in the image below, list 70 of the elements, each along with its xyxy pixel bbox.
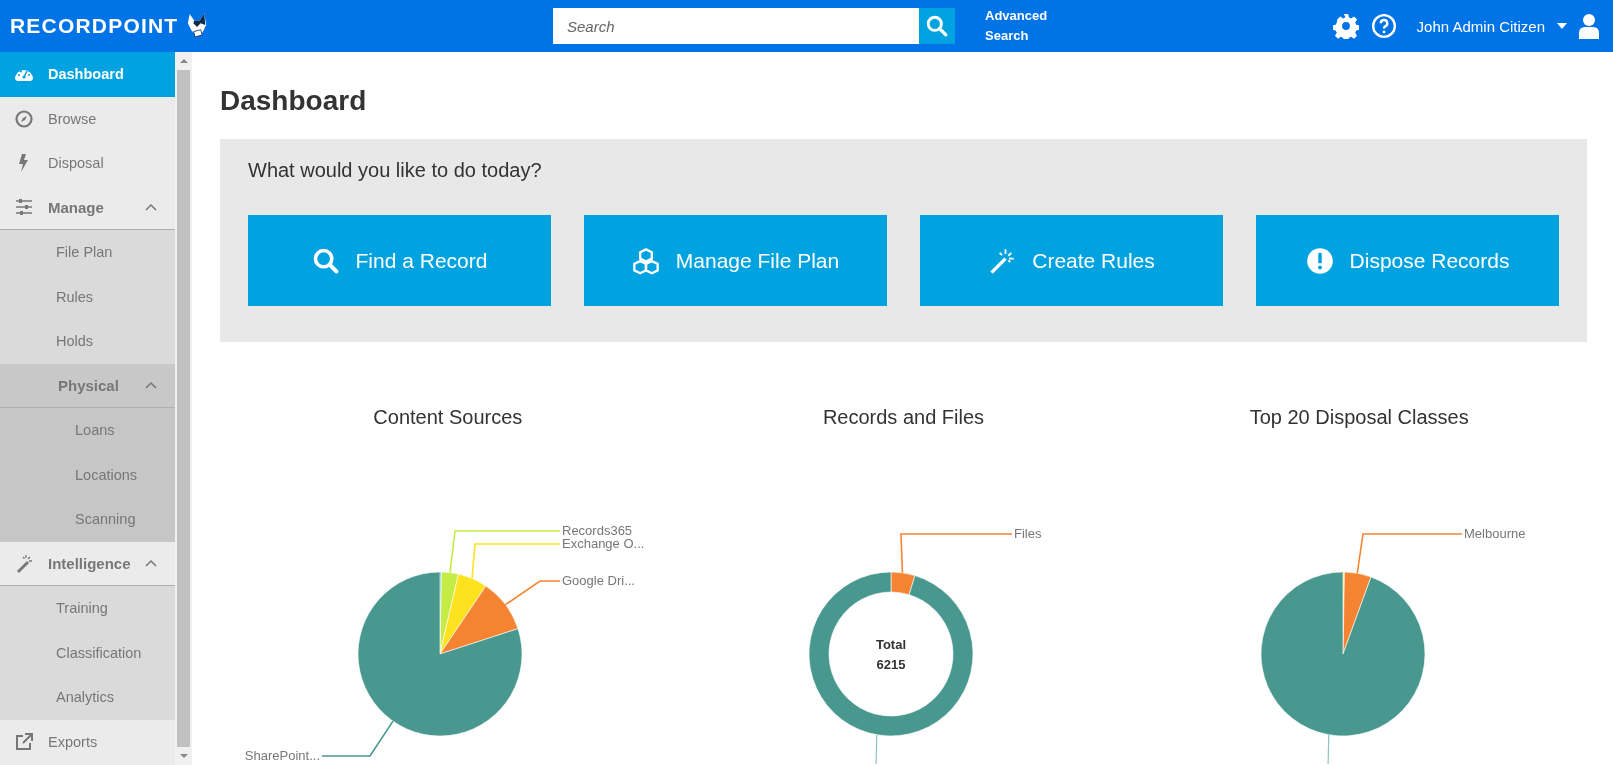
slice-label: Files bbox=[1013, 526, 1042, 541]
slice-label: Melbourne bbox=[1464, 526, 1526, 541]
user-avatar-icon[interactable] bbox=[1579, 13, 1599, 39]
chart-title: Content Sources bbox=[373, 406, 523, 429]
nav-label: Loans bbox=[75, 422, 115, 439]
sidebar-item[interactable]: Analytics bbox=[0, 675, 175, 720]
scroll-up-icon[interactable] bbox=[179, 59, 188, 63]
nav-label: Classification bbox=[56, 644, 142, 661]
slice-label: Records365 bbox=[562, 523, 633, 538]
nav-label: Intelligence bbox=[48, 554, 131, 572]
action-button[interactable]: Dispose Records bbox=[1256, 215, 1559, 306]
chevron-up-icon bbox=[145, 203, 157, 212]
nav-label: Training bbox=[56, 600, 108, 617]
leader-line bbox=[1327, 734, 1330, 764]
sidebar-item[interactable]: Loans bbox=[0, 408, 175, 453]
sidebar-item[interactable]: File Plan bbox=[0, 230, 175, 275]
advanced-search-link[interactable]: Advanced Search bbox=[985, 6, 1065, 46]
slice-label: SharePoint... bbox=[244, 748, 320, 763]
nav-label: Analytics bbox=[56, 689, 115, 706]
settings-icon[interactable] bbox=[1332, 13, 1359, 39]
nav-label: File Plan bbox=[56, 244, 113, 261]
nav-label: Rules bbox=[56, 288, 94, 305]
total-value: 6215 bbox=[876, 657, 906, 672]
sidebar-item[interactable]: Dashboard bbox=[0, 52, 175, 97]
sidebar-item[interactable]: Training bbox=[0, 586, 175, 631]
slice-label: Google Dri... bbox=[562, 573, 635, 588]
search-button[interactable] bbox=[919, 8, 955, 44]
sidebar-item[interactable]: Physical bbox=[0, 363, 175, 408]
leader-line bbox=[875, 734, 877, 764]
fox-logo-icon[interactable] bbox=[186, 12, 209, 40]
action-button[interactable]: Manage File Plan bbox=[584, 215, 887, 306]
external-link-icon bbox=[14, 731, 34, 752]
nav-label: Browse bbox=[48, 110, 97, 127]
exclamation-icon bbox=[1305, 246, 1334, 275]
nav-label: Manage bbox=[48, 198, 104, 216]
sidebar-item[interactable]: Rules bbox=[0, 274, 175, 319]
scroll-down-icon[interactable] bbox=[179, 754, 188, 758]
logo-text[interactable]: RECORDPOINT bbox=[10, 14, 179, 38]
caret-icon[interactable] bbox=[1557, 23, 1567, 29]
chevron-up-icon bbox=[145, 381, 157, 390]
search-icon bbox=[311, 246, 340, 275]
sidebar-item[interactable]: Scanning bbox=[0, 497, 175, 542]
scrollbar-thumb[interactable] bbox=[177, 70, 190, 747]
nav-label: Locations bbox=[75, 466, 138, 483]
sidebar-item[interactable]: Holds bbox=[0, 319, 175, 364]
action-button[interactable]: Find a Record bbox=[248, 215, 551, 306]
search-field[interactable]: Search bbox=[553, 8, 919, 44]
action-button[interactable]: Create Rules bbox=[920, 215, 1223, 306]
help-icon[interactable] bbox=[1370, 13, 1397, 39]
sidebar-item[interactable]: Locations bbox=[0, 452, 175, 497]
total-label: Total bbox=[875, 637, 906, 652]
chevron-up-icon bbox=[145, 559, 157, 568]
chart-title: Top 20 Disposal Classes bbox=[1249, 406, 1469, 429]
wand-icon bbox=[988, 246, 1017, 275]
compass-icon bbox=[14, 108, 34, 129]
nav-label: Dashboard bbox=[48, 66, 124, 83]
panel-prompt: What would you like to do today? bbox=[248, 159, 543, 182]
page-title: Dashboard bbox=[220, 85, 368, 117]
search-icon bbox=[926, 15, 948, 37]
nav-label: Holds bbox=[56, 333, 94, 350]
slice-label: Exchange O... bbox=[562, 536, 645, 551]
sliders-icon bbox=[14, 197, 34, 218]
nav-label: Physical bbox=[58, 376, 119, 394]
user-menu[interactable]: John Admin Citizen bbox=[1416, 17, 1545, 35]
chart-title: Records and Files bbox=[822, 406, 985, 429]
nav-label: Disposal bbox=[48, 155, 104, 172]
nav-label: Scanning bbox=[75, 511, 136, 528]
scrollbar[interactable] bbox=[175, 52, 192, 765]
nav-label: Exports bbox=[48, 733, 98, 750]
sidebar-item[interactable]: Classification bbox=[0, 630, 175, 675]
